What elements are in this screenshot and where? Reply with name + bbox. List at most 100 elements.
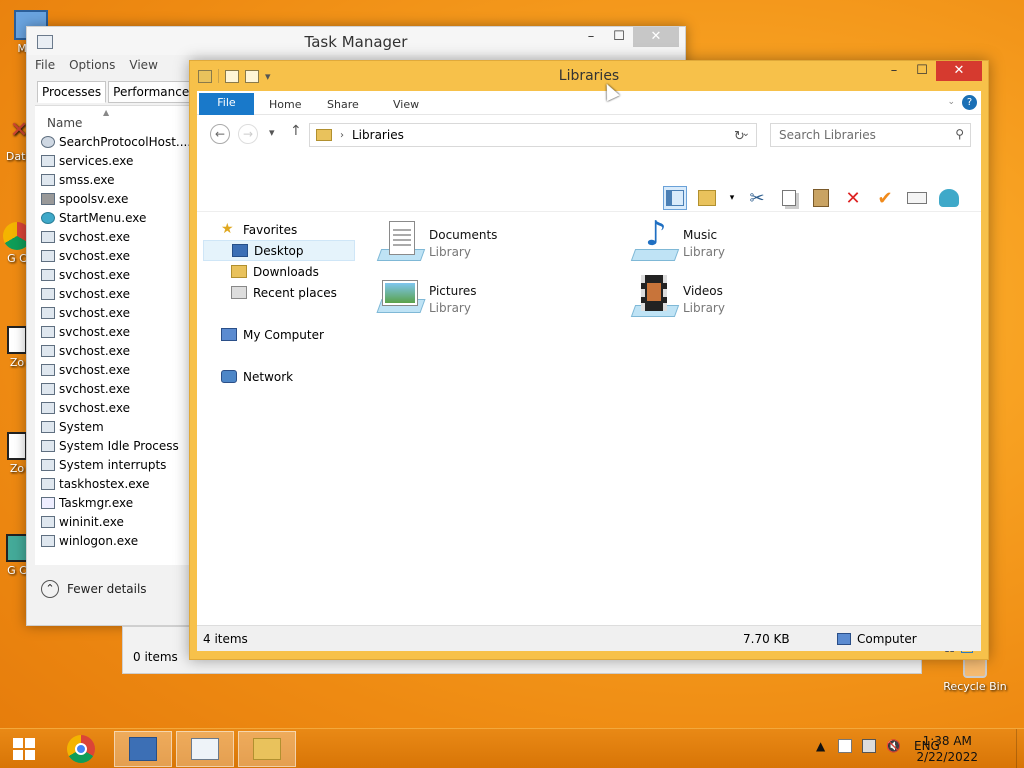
nav-network[interactable]: Network [203,366,355,387]
process-row[interactable]: svchost.exe [35,341,189,360]
process-row[interactable]: svchost.exe [35,284,189,303]
address-bar[interactable]: › Libraries ⌄ [309,123,757,147]
show-hidden-icons[interactable]: ▲ [816,739,825,753]
desktop-icon-label: G C [7,252,27,265]
library-documents[interactable]: Documents Library [375,219,595,269]
explorer-titlebar[interactable]: ▾ Libraries – ☐ ✕ [190,61,988,91]
process-name: System [59,419,104,434]
process-row[interactable]: winlogon.exe [35,531,189,550]
videos-library-icon [629,275,680,323]
process-row[interactable]: spoolsv.exe [35,189,189,208]
process-name: svchost.exe [59,362,130,377]
breadcrumb-chevron-icon[interactable]: › [340,130,344,141]
rename-icon[interactable] [905,186,929,210]
preview-pane-icon[interactable] [663,186,687,210]
process-icon [41,249,55,262]
tab-processes[interactable]: Processes [37,81,107,103]
tab-view[interactable]: View [387,95,425,115]
process-row[interactable]: Taskmgr.exe [35,493,189,512]
process-row[interactable]: System Idle Process [35,436,189,455]
clock[interactable]: 1:38 AM 2/22/2022 [916,733,978,765]
process-row[interactable]: System interrupts [35,455,189,474]
nav-recent-places[interactable]: Recent places [203,282,355,303]
maximize-button[interactable]: ☐ [605,27,633,47]
expand-ribbon-icon[interactable]: ⌄ [947,97,955,107]
process-icon [41,230,55,243]
task-manager-titlebar[interactable]: Task Manager – ☐ ✕ [27,27,685,55]
paste-icon[interactable] [809,186,833,210]
tab-home[interactable]: Home [263,95,307,115]
dropdown-icon[interactable]: ▾ [727,186,737,210]
process-row[interactable]: services.exe [35,151,189,170]
nav-desktop[interactable]: Desktop [203,240,355,261]
chevron-up-icon: ⌃ [41,580,59,598]
navigation-pane[interactable]: ★ Favorites Desktop Downloads Recent pla… [203,219,355,387]
search-input[interactable]: Search Libraries ⚲ [770,123,971,147]
process-row[interactable]: svchost.exe [35,398,189,417]
show-desktop-button[interactable] [1016,729,1024,768]
action-center-icon[interactable] [838,739,852,753]
cut-icon[interactable]: ✂ [745,186,769,210]
process-row[interactable]: wininit.exe [35,512,189,531]
shell-icon[interactable] [937,186,961,210]
help-icon[interactable]: ? [962,95,977,110]
nav-my-computer[interactable]: My Computer [203,324,355,345]
copy-icon[interactable] [777,186,801,210]
desktop-icon-label: Recycle Bin [943,680,1007,693]
taskbar-chrome[interactable] [52,731,110,767]
computer-icon [221,328,237,341]
explorer-window[interactable]: ▾ Libraries – ☐ ✕ File Home Share View ⌄… [189,60,989,660]
process-row[interactable]: svchost.exe [35,303,189,322]
process-list[interactable]: ▲ Name SearchProtocolHost.... services.e… [35,105,189,565]
tab-share[interactable]: Share [321,95,365,115]
tab-file[interactable]: File [199,93,254,115]
checkmark-icon[interactable]: ✔ [873,186,897,210]
library-music[interactable]: ♪ Music Library [629,217,849,269]
refresh-icon[interactable]: ↻ [734,129,745,144]
taskbar-file-explorer[interactable] [238,731,296,767]
process-row[interactable]: StartMenu.exe [35,208,189,227]
process-row[interactable]: smss.exe [35,170,189,189]
minimize-button[interactable]: – [577,27,605,47]
process-row[interactable]: svchost.exe [35,246,189,265]
close-button[interactable]: ✕ [633,27,679,47]
process-row[interactable]: svchost.exe [35,227,189,246]
ribbon: File Home Share View ⌄ ? [197,91,981,115]
tab-performance[interactable]: Performance [108,81,195,103]
start-button[interactable] [0,731,48,767]
taskbar-control-panel[interactable] [114,731,172,767]
back-button[interactable]: ← [210,124,230,144]
minimize-button[interactable]: – [880,61,908,81]
delete-icon[interactable]: ✕ [841,186,865,210]
process-row[interactable]: SearchProtocolHost.... [35,132,189,151]
window-title: Libraries [558,68,620,84]
up-button[interactable]: ↑ [290,123,302,139]
status-location: Computer [857,632,917,646]
process-row[interactable]: taskhostex.exe [35,474,189,493]
app-icon [6,534,28,562]
maximize-button[interactable]: ☐ [908,61,936,81]
library-pictures[interactable]: Pictures Library [375,275,595,325]
volume-muted-icon[interactable]: 🔇 [886,739,901,753]
forward-button[interactable]: → [238,124,258,144]
nav-favorites[interactable]: ★ Favorites [203,219,355,240]
folder-options-icon[interactable] [695,186,719,210]
process-row[interactable]: System [35,417,189,436]
menu-options[interactable]: Options [69,58,115,72]
recent-locations-icon[interactable]: ▾ [269,126,275,139]
column-header-name[interactable]: ▲ Name [35,106,189,132]
close-button[interactable]: ✕ [936,61,982,81]
process-row[interactable]: svchost.exe [35,322,189,341]
menu-file[interactable]: File [35,58,55,72]
process-row[interactable]: svchost.exe [35,379,189,398]
nav-downloads[interactable]: Downloads [203,261,355,282]
fewer-details-button[interactable]: ⌃ Fewer details [41,580,147,598]
library-videos[interactable]: Videos Library [629,275,849,325]
process-row[interactable]: svchost.exe [35,265,189,284]
breadcrumb-libraries[interactable]: Libraries [352,128,404,142]
search-icon[interactable]: ⚲ [955,127,964,141]
process-row[interactable]: svchost.exe [35,360,189,379]
network-icon[interactable] [862,739,876,753]
taskbar-task-manager[interactable] [176,731,234,767]
menu-view[interactable]: View [129,58,157,72]
